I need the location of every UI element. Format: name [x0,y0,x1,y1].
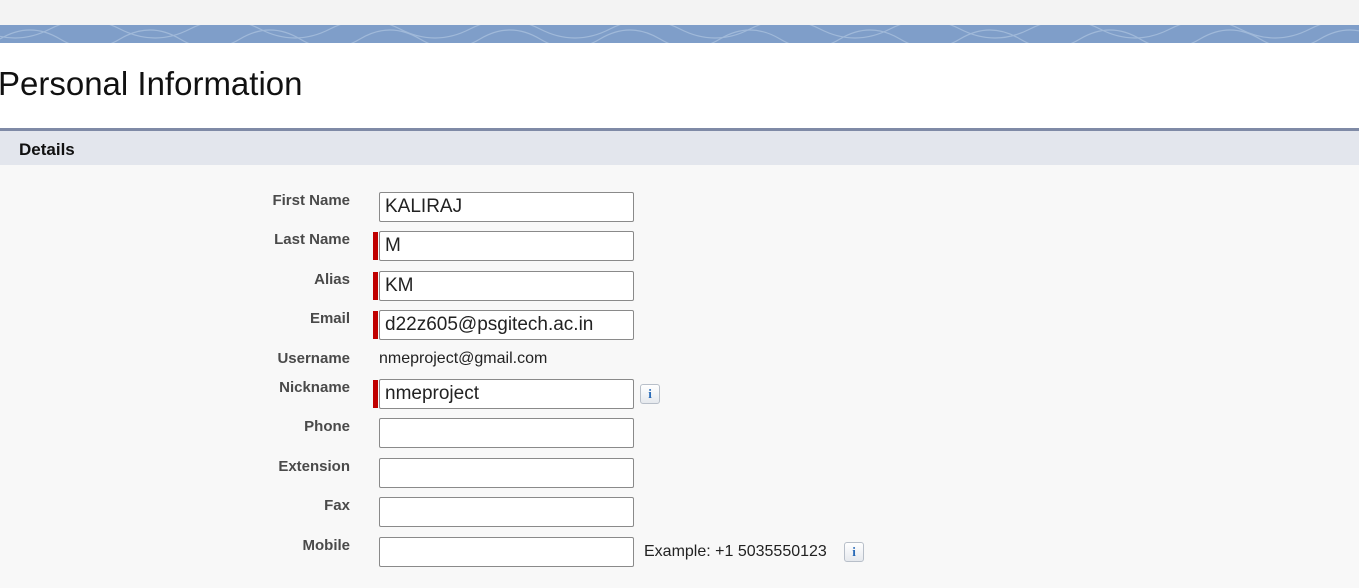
nickname-label: Nickname [279,379,350,396]
required-marker [373,272,378,300]
required-marker [373,232,378,260]
first-name-input[interactable] [379,192,634,222]
alias-label: Alias [314,271,350,288]
title-bar: Personal Information [0,43,1359,128]
email-label: Email [309,310,350,327]
extension-input[interactable] [379,458,634,488]
required-marker [373,380,378,408]
mobile-label: Mobile [302,537,351,554]
mobile-info-icon[interactable]: i [844,542,864,562]
mobile-input[interactable] [379,537,634,567]
username-value: nmeproject@gmail.com [379,350,548,367]
required-marker [373,311,378,339]
extension-label: Extension [278,458,350,475]
personal-info-form: First Name Last Name Alias Email Usernam… [0,165,1359,588]
top-bar [0,0,1359,25]
nickname-info-icon[interactable]: i [640,384,660,404]
nickname-input[interactable] [379,379,634,409]
username-label: Username [277,350,350,367]
page-title: Personal Information [0,65,303,102]
banner-pattern [0,25,1359,43]
phone-label: Phone [304,418,350,435]
last-name-label: Last Name [274,231,350,248]
phone-input[interactable] [379,418,634,448]
email-input[interactable] [379,310,634,340]
section-header: Details [0,128,1359,165]
first-name-label: First Name [272,192,350,209]
mobile-format-hint: Example: +1 5035550123 [644,543,827,560]
section-title: Details [19,140,75,159]
last-name-input[interactable] [379,231,634,261]
header-banner [0,25,1359,43]
fax-input[interactable] [379,497,634,527]
fax-label: Fax [324,497,350,514]
alias-input[interactable] [379,271,634,301]
